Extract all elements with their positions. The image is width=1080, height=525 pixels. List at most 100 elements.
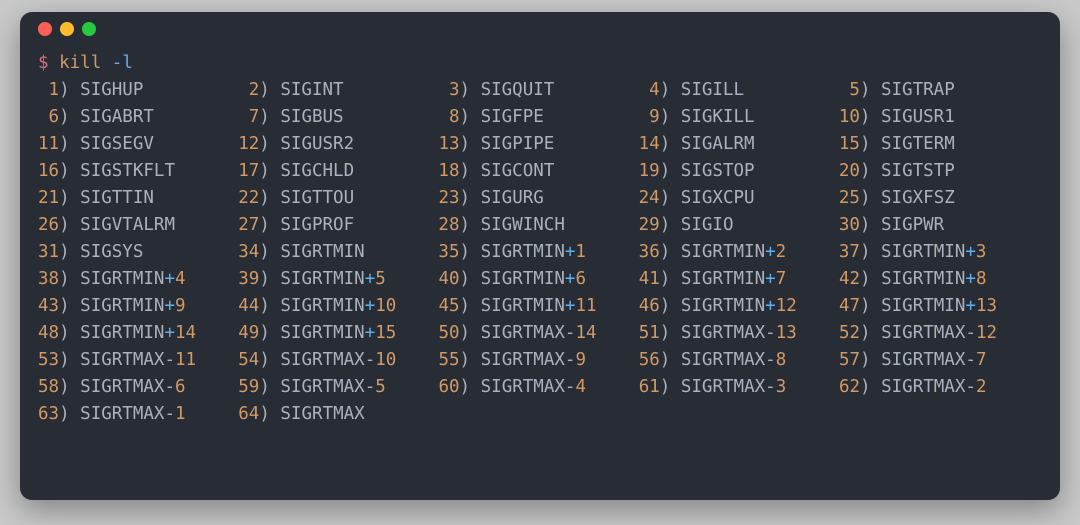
signal-name: SIGXCPU [681,188,755,208]
prompt-symbol: $ [38,53,49,73]
signal-offset: 13 [776,323,797,343]
signal-name: SIGRTMIN [681,296,765,316]
signal-name: SIGPWR [881,215,944,235]
terminal-output: $ kill -l 1) SIGHUP 2) SIGINT 3) SIGQUIT… [20,46,1060,442]
signal-sep: - [965,350,976,370]
signal-name: SIGRTMIN [481,242,565,262]
signal-sep: + [765,269,776,289]
signal-name: SIGBUS [280,107,343,127]
signal-name: SIGILL [681,80,744,100]
paren: ) [460,269,481,289]
signal-sep: + [164,323,175,343]
titlebar [20,12,1060,46]
signal-number: 19 [639,161,660,181]
signal-name: SIGRTMIN [280,242,364,262]
paren: ) [860,134,881,154]
paren: ) [460,377,481,397]
signal-sep: + [965,269,976,289]
signal-number: 42 [839,269,860,289]
signal-name: SIGSEGV [80,134,154,154]
paren: ) [460,107,481,127]
signal-name: SIGRTMAX [681,377,765,397]
signal-offset: 5 [375,269,386,289]
paren: ) [660,188,681,208]
signal-number: 15 [839,134,860,154]
paren: ) [860,161,881,181]
signal-name: SIGTTIN [80,188,154,208]
paren: ) [259,296,280,316]
signal-number: 61 [639,377,660,397]
signal-name: SIGRTMIN [280,269,364,289]
paren: ) [259,215,280,235]
signal-name: SIGRTMAX [881,377,965,397]
signal-number: 43 [38,296,59,316]
signal-name: SIGRTMAX [481,323,565,343]
signal-sep: + [365,296,376,316]
terminal-window: $ kill -l 1) SIGHUP 2) SIGINT 3) SIGQUIT… [20,12,1060,500]
paren: ) [259,107,280,127]
signal-offset: 12 [776,296,797,316]
signal-number: 56 [639,350,660,370]
signal-sep: - [164,350,175,370]
paren: ) [660,80,681,100]
signal-number: 40 [438,269,459,289]
signal-number: 49 [238,323,259,343]
paren: ) [59,134,80,154]
signal-sep: + [965,296,976,316]
paren: ) [59,188,80,208]
paren: ) [860,242,881,262]
signal-offset: 13 [976,296,997,316]
command: kill [59,53,101,73]
signal-name: SIGCHLD [280,161,354,181]
signal-name: SIGRTMAX [681,350,765,370]
signal-name: SIGRTMAX [881,323,965,343]
window-close-button[interactable] [38,22,52,36]
signal-offset: 12 [976,323,997,343]
paren: ) [860,107,881,127]
paren: ) [259,80,280,100]
signal-name: SIGXFSZ [881,188,955,208]
signal-offset: 14 [175,323,196,343]
signal-offset: 1 [175,404,186,424]
signal-name: SIGRTMIN [881,296,965,316]
signal-offset: 11 [575,296,596,316]
signal-number: 2 [238,80,259,100]
signal-number: 29 [639,215,660,235]
signal-number: 36 [639,242,660,262]
paren: ) [59,350,80,370]
paren: ) [460,296,481,316]
paren: ) [860,296,881,316]
signal-number: 60 [438,377,459,397]
paren: ) [59,377,80,397]
paren: ) [259,350,280,370]
signal-name: SIGRTMIN [80,269,164,289]
signal-sep: + [765,296,776,316]
signal-name: SIGSTKFLT [80,161,175,181]
signal-name: SIGSYS [80,242,143,262]
signal-offset: 3 [976,242,987,262]
window-minimize-button[interactable] [60,22,74,36]
paren: ) [660,323,681,343]
signal-offset: 8 [776,350,787,370]
signal-name: SIGIO [681,215,734,235]
signal-number: 34 [238,242,259,262]
signal-offset: 4 [175,269,186,289]
paren: ) [59,215,80,235]
paren: ) [460,161,481,181]
signal-offset: 2 [976,377,987,397]
signal-name: SIGRTMAX [80,404,164,424]
signal-name: SIGRTMIN [881,242,965,262]
paren: ) [259,134,280,154]
signal-number: 53 [38,350,59,370]
signal-name: SIGRTMIN [80,323,164,343]
signal-number: 12 [238,134,259,154]
window-zoom-button[interactable] [82,22,96,36]
paren: ) [860,350,881,370]
signal-sep: - [565,323,576,343]
signal-number: 6 [38,107,59,127]
signal-number: 55 [438,350,459,370]
paren: ) [660,161,681,181]
signal-number: 58 [38,377,59,397]
signal-number: 8 [438,107,459,127]
signal-sep: + [164,269,175,289]
